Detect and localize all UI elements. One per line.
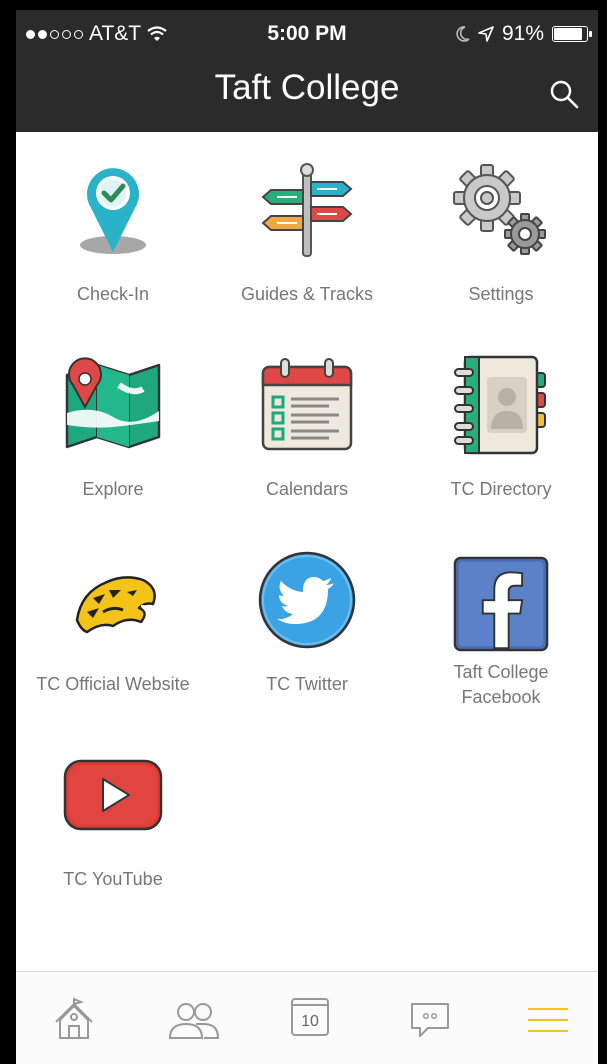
calendar-tab-header [293, 1004, 327, 1006]
location-arrow-icon [478, 26, 494, 42]
twitter-bird-icon [258, 551, 356, 649]
tile-guides-tracks[interactable]: Guides & Tracks [210, 132, 404, 322]
tile-tc-youtube[interactable]: TC YouTube [16, 717, 210, 907]
gears-icon [453, 164, 546, 255]
tile-label-line-1: Taft College [453, 662, 549, 682]
calendar-tab-day: 10 [301, 1013, 319, 1030]
facebook-icon [453, 556, 549, 652]
tile-explore[interactable]: Explore [16, 327, 210, 517]
tile-label: TC Twitter [266, 674, 348, 694]
page-title: Taft College [214, 68, 400, 107]
tile-label: TC Official Website [36, 674, 190, 694]
address-book-icon [454, 355, 546, 455]
battery-icon [552, 26, 592, 42]
tile-label: TC Directory [450, 479, 552, 499]
tile-label: Calendars [265, 479, 349, 499]
chat-bubble-icon[interactable] [406, 996, 454, 1044]
moon-icon [456, 26, 470, 42]
signpost-icon [261, 163, 353, 257]
top-bar: AT&T 5:00 PM 91% Taft College [16, 10, 598, 132]
tile-label: TC YouTube [63, 869, 163, 889]
tile-tc-twitter[interactable]: TC Twitter [210, 522, 404, 712]
battery-percent: 91% [501, 22, 544, 45]
tile-taft-college-facebook[interactable]: Taft College Facebook [404, 522, 598, 712]
tile-label: Check-In [76, 284, 150, 304]
tile-label: Settings [468, 284, 534, 304]
menu-icon[interactable] [524, 996, 572, 1044]
tile-label-line-2: Facebook [461, 687, 541, 707]
tile-label: Guides & Tracks [240, 284, 374, 304]
search-icon[interactable] [548, 78, 580, 110]
tile-tc-official-website[interactable]: TC Official Website [16, 522, 210, 712]
map-icon [65, 357, 161, 449]
tile-check-in[interactable]: Check-In [16, 132, 210, 322]
app-screen: AT&T 5:00 PM 91% Taft College Check-In G… [16, 10, 598, 1064]
tab-bar: 10 [16, 971, 598, 1064]
tile-settings[interactable]: Settings [404, 132, 598, 322]
check-in-pin-icon [80, 168, 146, 254]
calendar-tab[interactable]: 10 [291, 998, 329, 1036]
people-icon[interactable] [166, 996, 222, 1044]
tiger-logo-icon [75, 576, 156, 634]
status-right: 91% [456, 22, 592, 46]
tile-calendars[interactable]: Calendars [210, 327, 404, 517]
calendar-icon [261, 358, 353, 451]
youtube-icon [63, 759, 163, 831]
tile-label: Explore [82, 479, 144, 499]
tile-tc-directory[interactable]: TC Directory [404, 327, 598, 517]
home-school-icon[interactable] [50, 996, 98, 1044]
